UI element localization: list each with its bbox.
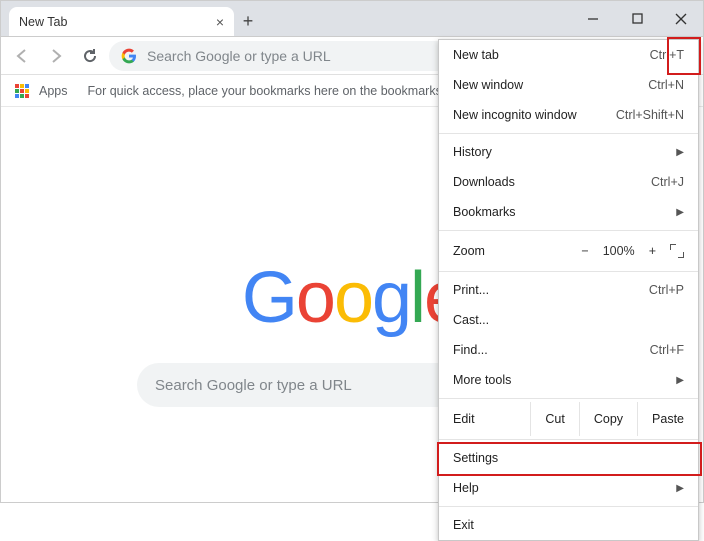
menu-print[interactable]: Print...Ctrl+P xyxy=(439,275,698,305)
edit-copy[interactable]: Copy xyxy=(579,402,637,436)
menu-cast[interactable]: Cast... xyxy=(439,305,698,335)
maximize-button[interactable] xyxy=(615,1,659,36)
search-placeholder: Search Google or type a URL xyxy=(155,377,352,394)
close-window-button[interactable] xyxy=(659,1,703,36)
menu-help[interactable]: Help▶ xyxy=(439,473,698,503)
minimize-button[interactable] xyxy=(571,1,615,36)
menu-exit[interactable]: Exit xyxy=(439,510,698,540)
close-tab-icon[interactable]: × xyxy=(216,14,224,30)
fullscreen-icon[interactable] xyxy=(670,244,684,258)
menu-bookmarks[interactable]: Bookmarks▶ xyxy=(439,197,698,227)
edit-cut[interactable]: Cut xyxy=(530,402,578,436)
window-controls xyxy=(571,1,703,36)
tab-title: New Tab xyxy=(19,15,67,29)
bookmarks-hint: For quick access, place your bookmarks h… xyxy=(88,84,460,98)
zoom-in-button[interactable]: + xyxy=(649,244,656,258)
apps-icon[interactable] xyxy=(15,84,29,98)
zoom-out-button[interactable]: − xyxy=(581,244,588,258)
google-logo: Google xyxy=(242,257,462,339)
reload-button[interactable] xyxy=(75,41,105,71)
menu-downloads[interactable]: DownloadsCtrl+J xyxy=(439,167,698,197)
title-bar: New Tab × + xyxy=(1,1,703,37)
zoom-value: 100% xyxy=(603,244,635,258)
browser-tab[interactable]: New Tab × xyxy=(9,7,234,36)
menu-new-window[interactable]: New windowCtrl+N xyxy=(439,70,698,100)
google-g-icon xyxy=(121,48,137,64)
menu-history[interactable]: History▶ xyxy=(439,137,698,167)
back-button[interactable] xyxy=(7,41,37,71)
address-bar-placeholder: Search Google or type a URL xyxy=(147,48,331,64)
edit-paste[interactable]: Paste xyxy=(637,402,698,436)
menu-new-incognito[interactable]: New incognito windowCtrl+Shift+N xyxy=(439,100,698,130)
menu-edit-row: Edit Cut Copy Paste xyxy=(439,402,698,436)
apps-label[interactable]: Apps xyxy=(39,84,68,98)
forward-button[interactable] xyxy=(41,41,71,71)
menu-new-tab[interactable]: New tabCtrl+T xyxy=(439,40,698,70)
menu-settings[interactable]: Settings xyxy=(439,443,698,473)
menu-find[interactable]: Find...Ctrl+F xyxy=(439,335,698,365)
new-tab-button[interactable]: + xyxy=(234,7,262,36)
menu-zoom: Zoom − 100% + xyxy=(439,234,698,268)
menu-more-tools[interactable]: More tools▶ xyxy=(439,365,698,395)
chrome-menu: New tabCtrl+T New windowCtrl+N New incog… xyxy=(438,39,699,541)
